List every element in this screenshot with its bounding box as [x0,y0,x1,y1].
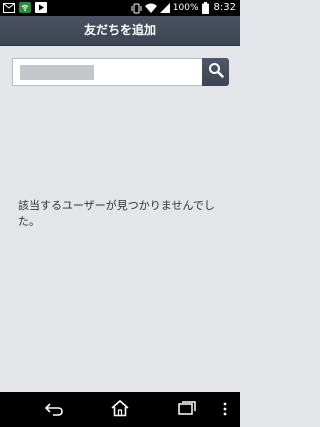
wifi-app-icon [19,2,31,13]
envelope-icon [3,2,15,13]
back-icon [44,401,64,420]
battery-icon [201,2,209,14]
recent-apps-button[interactable] [175,400,199,420]
search-bar [12,58,229,86]
cell-signal-icon [159,3,170,13]
header-bar: 友だちを追加 [0,16,240,46]
search-button[interactable] [202,58,229,86]
search-entered-text-redacted [20,65,94,80]
empty-result-message: 該当するユーザーが見つかりませんでした。 [18,199,215,228]
navigation-bar [0,392,240,427]
search-icon [208,62,224,82]
status-bar: 100% 8:32 [0,0,240,16]
menu-button[interactable] [220,400,230,420]
notification-icons [3,2,47,13]
back-button[interactable] [42,400,66,420]
clock: 8:32 [213,2,236,13]
wifi-signal-icon [144,3,157,13]
search-input[interactable] [12,58,202,86]
battery-percent: 100% [172,3,199,13]
vibrate-icon [131,3,142,14]
page-title: 友だちを追加 [83,23,156,37]
system-icons: 100% 8:32 [131,0,236,16]
screen: 100% 8:32 友だちを追加 該当するユーザーが見つかりませんでした。 [0,0,240,427]
recent-apps-icon [177,400,197,420]
menu-icon [223,401,227,420]
home-button[interactable] [108,399,132,421]
play-store-icon [35,2,47,13]
home-icon [110,399,130,421]
